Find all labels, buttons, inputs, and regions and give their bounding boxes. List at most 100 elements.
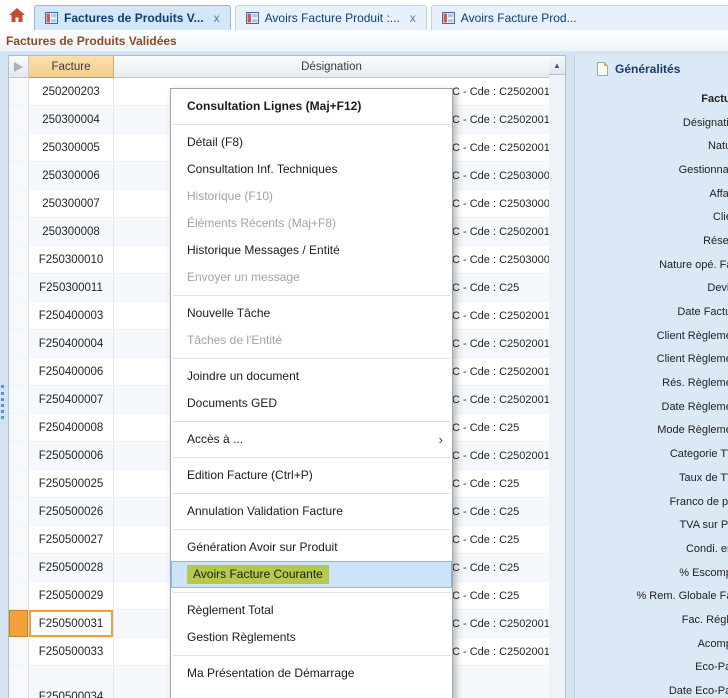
menu-item-annulation-validation-facture[interactable]: Annulation Validation Facture [171, 498, 452, 525]
tab-close-icon[interactable]: x [410, 11, 416, 25]
designation-value: C - Cde : C25030000 [452, 170, 549, 182]
menu-item-reglement-total[interactable]: Règlement Total [171, 597, 452, 624]
field-label-categorie-tva: Categorie TVA [575, 442, 728, 466]
tab-avoirs-facture-produit[interactable]: Avoirs Facture Produit :...x [235, 5, 427, 30]
menu-item-ma-presentation-de-demarrage[interactable]: Ma Présentation de Démarrage [171, 660, 452, 687]
menu-item-documents-ged[interactable]: Documents GED [171, 390, 452, 417]
row-indicator-cell[interactable] [9, 386, 29, 413]
facture-cell[interactable]: 250300006 [29, 162, 114, 189]
menu-item-generation-avoir-sur-produit[interactable]: Génération Avoir sur Produit [171, 534, 452, 561]
vertical-scrollbar[interactable]: ▲ [549, 55, 566, 698]
facture-cell[interactable]: F250400008 [29, 414, 114, 441]
facture-cell[interactable]: F250300010 [29, 246, 114, 273]
facture-cell[interactable]: F250400006 [29, 358, 114, 385]
menu-item-label: Consultation Inf. Techniques [187, 162, 338, 176]
menu-separator [173, 421, 450, 422]
row-indicator-cell[interactable] [9, 246, 29, 273]
column-header-facture[interactable]: Facture [29, 56, 114, 78]
facture-cell[interactable]: F250500031 [29, 610, 114, 637]
facture-cell[interactable]: F250500026 [29, 498, 114, 525]
table-header-row: Facture Désignation [9, 56, 549, 78]
row-indicator-cell[interactable] [9, 330, 29, 357]
row-indicator-cell[interactable] [9, 274, 29, 301]
splitter-handle[interactable] [1, 385, 4, 419]
facture-cell[interactable]: 250300007 [29, 190, 114, 217]
menu-item-label: Tâches de l'Entité [187, 333, 282, 347]
row-indicator-cell[interactable] [9, 610, 29, 637]
facture-cell[interactable]: F250500034 [29, 666, 114, 698]
tab-close-icon[interactable]: x [214, 11, 220, 25]
window-subtitle-bar: Factures de Produits Validées [0, 30, 728, 52]
tab-factures-de-produits-v[interactable]: Factures de Produits V... x [34, 5, 231, 30]
row-indicator-cell[interactable] [9, 666, 29, 698]
row-indicator-cell[interactable] [9, 554, 29, 581]
facture-cell[interactable]: F250300011 [29, 274, 114, 301]
designation-value: C - Cde : C25030000 [452, 198, 549, 210]
facture-value: F250500006 [39, 450, 104, 462]
row-indicator-cell[interactable] [9, 498, 29, 525]
facture-cell[interactable]: F250500033 [29, 638, 114, 665]
facture-cell[interactable]: 250300008 [29, 218, 114, 245]
designation-value: C - Cde : C25020011 [452, 366, 549, 378]
home-button[interactable] [0, 0, 34, 30]
document-icon [596, 62, 609, 76]
window-grid-icon [246, 12, 259, 24]
menu-item-acces-a[interactable]: Accès à ...› [171, 426, 452, 453]
menu-separator [173, 295, 450, 296]
row-indicator-cell[interactable] [9, 582, 29, 609]
tab-label: Factures de Produits V... [64, 11, 204, 25]
row-indicator-cell[interactable] [9, 106, 29, 133]
menu-item-nouvelle-tache[interactable]: Nouvelle Tâche [171, 300, 452, 327]
row-indicator-cell[interactable] [9, 470, 29, 497]
field-label-facture: Facture [575, 87, 728, 111]
row-indicator-cell[interactable] [9, 526, 29, 553]
menu-item-taches-de-l-entite: Tâches de l'Entité [171, 327, 452, 354]
menu-item-joindre-un-document[interactable]: Joindre un document [171, 363, 452, 390]
menu-item-gestion-reglements[interactable]: Gestion Règlements [171, 624, 452, 651]
row-indicator-cell[interactable] [9, 218, 29, 245]
row-indicator-cell[interactable] [9, 358, 29, 385]
facture-value: F250300010 [39, 254, 104, 266]
column-header-designation[interactable]: Désignation [114, 56, 549, 78]
facture-cell[interactable]: 250200203 [29, 78, 114, 105]
row-indicator-cell[interactable] [9, 78, 29, 105]
menu-item-consultation-inf-techniques[interactable]: Consultation Inf. Techniques [171, 156, 452, 183]
row-indicator-cell[interactable] [9, 442, 29, 469]
row-indicator-cell[interactable] [9, 162, 29, 189]
field-label-client-reglement: Client Règlement [575, 348, 728, 372]
field-label-res-reglement: Rés. Règlement [575, 371, 728, 395]
row-indicator-cell[interactable] [9, 302, 29, 329]
facture-cell[interactable]: F250500029 [29, 582, 114, 609]
facture-cell[interactable]: 250300004 [29, 106, 114, 133]
select-all-corner[interactable] [9, 56, 29, 78]
menu-item-label: Edition Facture (Ctrl+P) [187, 468, 313, 482]
facture-cell[interactable]: 250300005 [29, 134, 114, 161]
field-label-condi-esc: Condi. esc. [575, 537, 728, 561]
scroll-up-button[interactable]: ▲ [549, 56, 565, 75]
facture-value: F250500025 [39, 478, 104, 490]
facture-cell[interactable]: F250500025 [29, 470, 114, 497]
facture-cell[interactable]: F250400007 [29, 386, 114, 413]
facture-cell[interactable]: F250400004 [29, 330, 114, 357]
facture-cell[interactable]: F250500027 [29, 526, 114, 553]
menu-item-avoirs-facture-courante[interactable]: Avoirs Facture Courante [171, 561, 452, 588]
facture-cell[interactable]: F250500006 [29, 442, 114, 469]
facture-cell[interactable]: F250500028 [29, 554, 114, 581]
menu-item-consultation-lignes-maj-f12[interactable]: Consultation Lignes (Maj+F12) [171, 93, 452, 120]
row-indicator-cell[interactable] [9, 638, 29, 665]
menu-separator [173, 358, 450, 359]
menu-item-label: Documents GED [187, 396, 277, 410]
menu-separator [173, 529, 450, 530]
facture-cell[interactable]: F250400003 [29, 302, 114, 329]
menu-item-detail-f8[interactable]: Détail (F8) [171, 129, 452, 156]
row-indicator-cell[interactable] [9, 414, 29, 441]
row-indicator-cell[interactable] [9, 134, 29, 161]
field-label-devise: Devise [575, 277, 728, 301]
row-indicator-cell[interactable] [9, 190, 29, 217]
tab-label: Avoirs Facture Prod... [461, 11, 577, 25]
menu-item-label: Génération Avoir sur Produit [187, 540, 338, 554]
menu-item-historique-messages-entite[interactable]: Historique Messages / Entité [171, 237, 452, 264]
designation-value: C - Cde : C25020011 [452, 618, 549, 630]
menu-item-edition-facture-ctrl-p[interactable]: Edition Facture (Ctrl+P) [171, 462, 452, 489]
tab-avoirs-facture-prod[interactable]: Avoirs Facture Prod... [431, 5, 728, 30]
